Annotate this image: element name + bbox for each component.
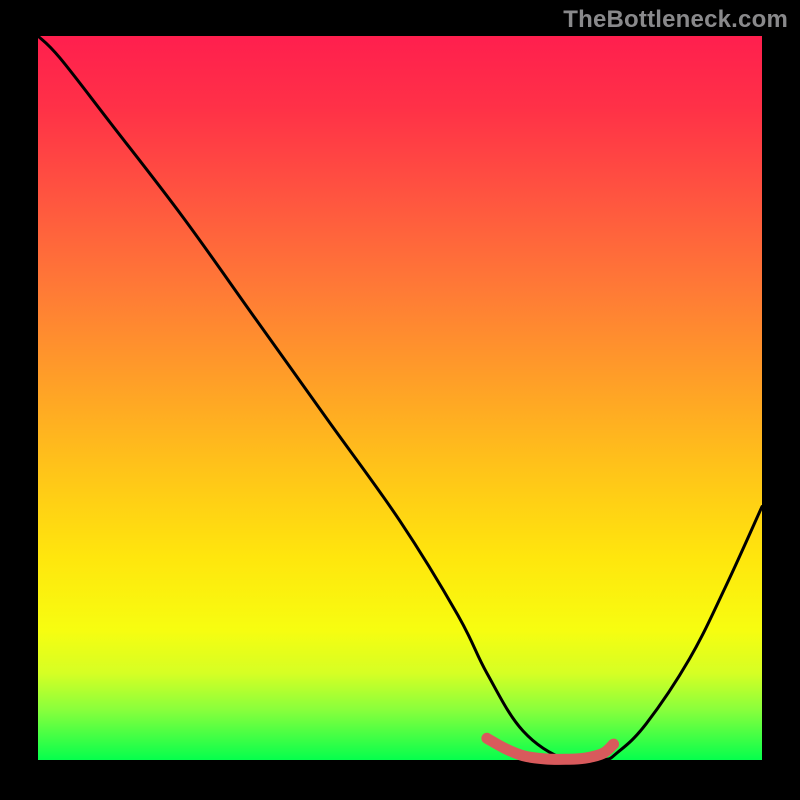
watermark-text: TheBottleneck.com bbox=[563, 6, 788, 34]
chart-svg bbox=[0, 0, 800, 800]
chart-stage: { "watermark": "TheBottleneck.com", "col… bbox=[0, 0, 800, 800]
plot-area bbox=[38, 36, 762, 760]
